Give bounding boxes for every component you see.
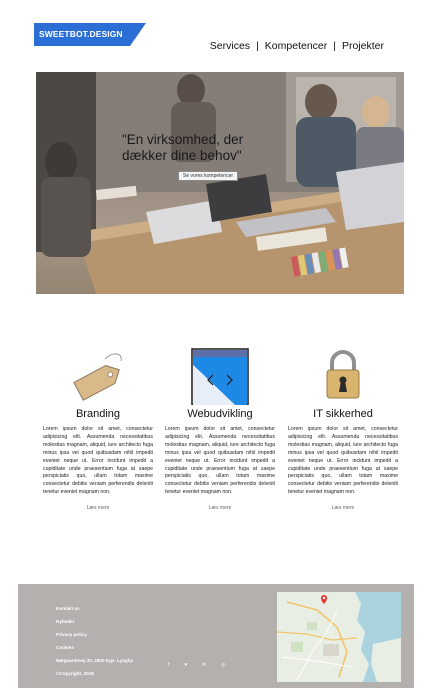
social-links: f ♥ in ◎	[168, 662, 226, 668]
twitter-icon[interactable]: ♥	[184, 662, 187, 668]
site-logo[interactable]: SWEETBOT.DESIGN	[34, 23, 146, 46]
service-description: Lorem ipsum dolor sit amet, consectetur …	[165, 426, 275, 496]
footer-link-news[interactable]: Nyheder	[56, 615, 133, 628]
service-it-sikkerhed: IT sikkerhed Lorem ipsum dolor sit amet,…	[288, 345, 398, 511]
read-more-link[interactable]: Læs mere	[165, 505, 275, 511]
footer-link-privacy[interactable]: Privacy policy	[56, 628, 133, 641]
hero-title: "En virksomhed, der dækker dine behov"	[122, 132, 244, 163]
browser-window-icon	[165, 345, 275, 406]
footer-links: Kontakt os Nyheder Privacy policy Cookie…	[56, 602, 133, 680]
nav-separator: |	[333, 40, 336, 52]
service-title: Branding	[75, 408, 121, 420]
facebook-icon[interactable]: f	[168, 662, 169, 668]
padlock-icon	[288, 345, 398, 405]
service-title: Webudvikling	[187, 408, 253, 420]
hero-banner: "En virksomhed, der dækker dine behov" S…	[36, 72, 404, 294]
price-tag-icon	[43, 345, 153, 405]
logo-text: SWEETBOT.DESIGN	[39, 29, 123, 39]
linkedin-icon[interactable]: in	[202, 662, 206, 668]
nav-projekter[interactable]: Projekter	[342, 40, 384, 52]
instagram-icon[interactable]: ◎	[221, 662, 225, 668]
nav-separator: |	[256, 40, 259, 52]
footer-address: Nørgaardsvej 30, 2800 Kgs. Lyngby	[56, 658, 134, 663]
site-footer: Kontakt os Nyheder Privacy policy Cookie…	[18, 584, 414, 688]
read-more-link[interactable]: Læs mere	[43, 505, 153, 511]
nav-kompetencer[interactable]: Kompetencer	[265, 40, 327, 52]
see-competencies-button[interactable]: Se vores kompetencer	[178, 171, 239, 181]
footer-link-cookies[interactable]: Cookies	[56, 641, 133, 654]
nav-services[interactable]: Services	[210, 40, 250, 52]
hero-office-photo	[36, 72, 404, 294]
service-description: Lorem ipsum dolor sit amet, consectetur …	[288, 426, 398, 496]
service-branding: Branding Lorem ipsum dolor sit amet, con…	[43, 345, 153, 511]
footer-link-contact[interactable]: Kontakt os	[56, 602, 133, 615]
main-nav: Services | Kompetencer | Projekter	[210, 40, 384, 52]
location-map[interactable]	[277, 592, 401, 682]
service-webudvikling: Webudvikling Lorem ipsum dolor sit amet,…	[165, 345, 275, 511]
footer-copyright: ©Copyright, 2018	[56, 671, 94, 676]
service-title: IT sikkerhed	[313, 408, 373, 420]
read-more-link[interactable]: Læs mere	[288, 505, 398, 511]
map-graphic	[277, 592, 401, 682]
service-description: Lorem ipsum dolor sit amet, consectetur …	[43, 426, 153, 496]
